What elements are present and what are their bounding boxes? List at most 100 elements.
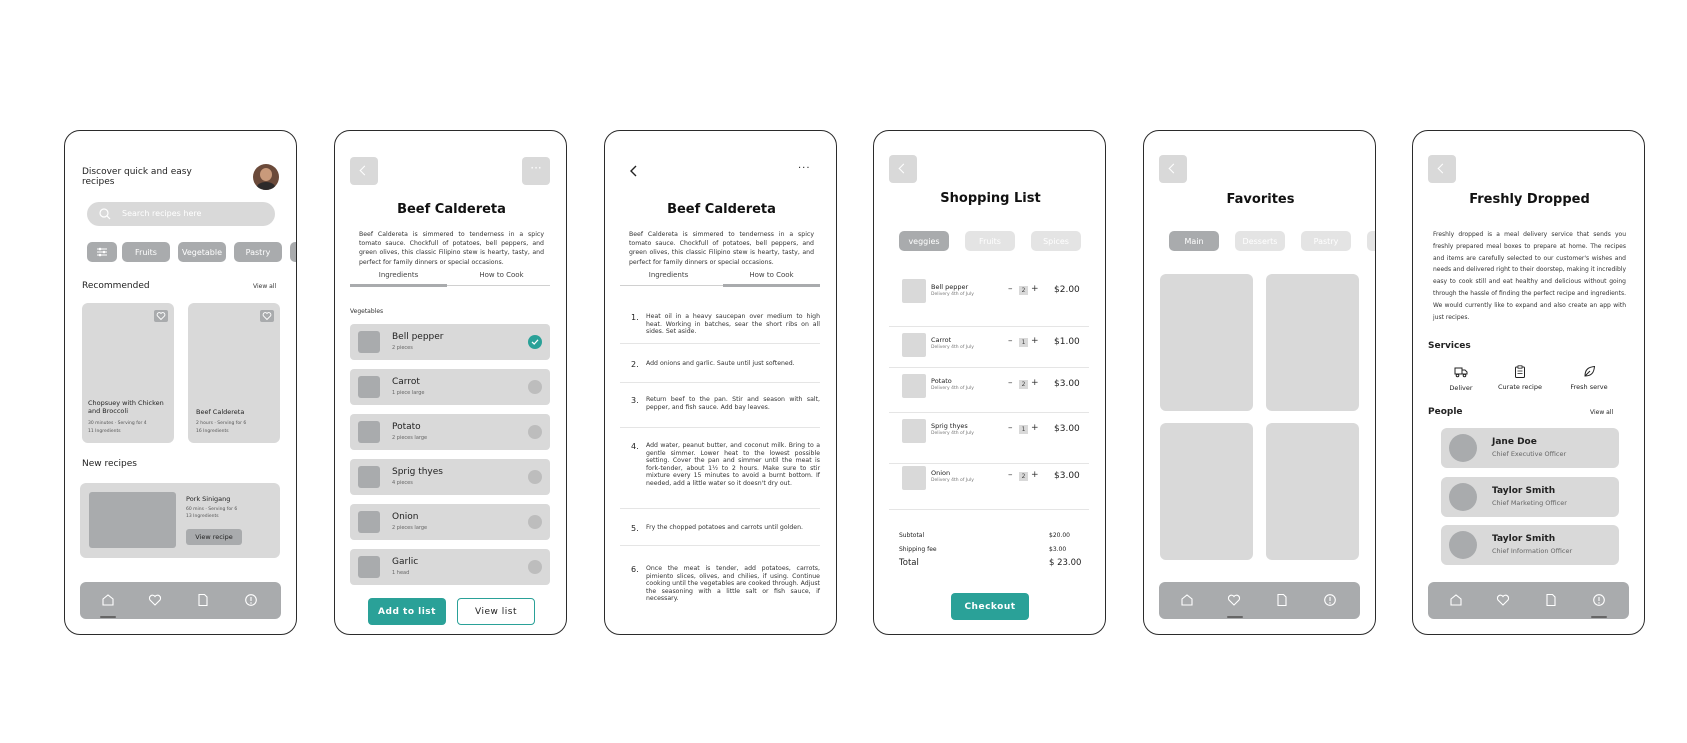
tab-how-to-cook[interactable]: How to Cook (453, 271, 550, 279)
ingredient-qty: 4 pieces (392, 480, 413, 486)
increment-button[interactable]: + (1031, 378, 1039, 388)
new-recipe-meta: 60 mins · Serving for 6 (186, 507, 238, 512)
favorite-button[interactable] (154, 310, 168, 322)
new-recipe-title: Pork Sinigang (186, 495, 231, 503)
ingredient-row[interactable]: Carrot 1 piece large (350, 369, 550, 405)
quantity-stepper[interactable]: 2 (1019, 472, 1028, 481)
tab-how-to-cook[interactable]: How to Cook (723, 271, 820, 279)
increment-button[interactable]: + (1031, 336, 1039, 346)
decrement-button[interactable]: – (1008, 336, 1013, 346)
document-icon[interactable] (1275, 593, 1289, 607)
shopping-row[interactable]: Carrot Delivery 4th of July – 1 + $1.00 (874, 326, 1105, 357)
chip-main[interactable]: Main (1169, 231, 1219, 251)
person-card[interactable]: Jane Doe Chief Executive Officer (1441, 428, 1619, 468)
recipe-card[interactable]: Beef Caldereta 2 hours · Serving for 6 1… (188, 303, 280, 443)
chip-pastry[interactable]: Pastry (1301, 231, 1351, 251)
service-deliver[interactable]: Deliver (1447, 363, 1475, 392)
chip-vegetable[interactable]: Vegetable (178, 242, 226, 262)
tab-ingredients[interactable]: Ingredients (350, 271, 447, 279)
favorite-card[interactable] (1160, 274, 1253, 411)
quantity-stepper[interactable]: 2 (1019, 380, 1028, 389)
document-icon[interactable] (196, 593, 210, 607)
chip-veggies[interactable]: veggies (899, 231, 949, 251)
tab-ingredients[interactable]: Ingredients (620, 271, 717, 279)
chip-more[interactable] (1367, 231, 1375, 251)
back-button[interactable] (1159, 155, 1187, 183)
ingredient-row[interactable]: Onion 2 pieces large (350, 504, 550, 540)
heart-icon[interactable] (148, 593, 162, 607)
ingredient-row[interactable]: Bell pepper 2 pieces (350, 324, 550, 360)
chip-spices[interactable]: Spices (1031, 231, 1081, 251)
person-card[interactable]: Taylor Smith Chief Information Officer (1441, 525, 1619, 565)
home-icon[interactable] (101, 593, 115, 607)
radio-button[interactable] (528, 380, 542, 394)
back-button[interactable] (1428, 155, 1456, 183)
chip-pastry[interactable]: Pastry (234, 242, 282, 262)
ingredient-image (358, 331, 380, 353)
about-description: Freshly dropped is a meal delivery servi… (1433, 231, 1626, 321)
service-fresh-serve[interactable]: Fresh serve (1567, 363, 1611, 391)
tab-indicator (723, 284, 820, 287)
quantity-stepper[interactable]: 2 (1019, 286, 1028, 295)
item-image (902, 374, 926, 398)
increment-button[interactable]: + (1031, 423, 1039, 433)
radio-button[interactable] (528, 470, 542, 484)
favorite-card[interactable] (1266, 274, 1359, 411)
decrement-button[interactable]: – (1008, 284, 1013, 294)
chip-desserts[interactable]: Desserts (1235, 231, 1285, 251)
check-icon[interactable] (528, 335, 542, 349)
view-all-link[interactable]: View all (253, 283, 276, 290)
radio-button[interactable] (528, 560, 542, 574)
recipe-card[interactable]: Chopsuey with Chicken and Broccoli 30 mi… (82, 303, 174, 443)
ingredient-row[interactable]: Sprig thyes 4 pieces (350, 459, 550, 495)
radio-button[interactable] (528, 425, 542, 439)
heart-icon[interactable] (1496, 593, 1510, 607)
shopping-row[interactable]: Onion Delivery 4th of July – 2 + $3.00 (874, 463, 1105, 493)
chip-fruits[interactable]: Fruits (965, 231, 1015, 251)
view-recipe-button[interactable]: View recipe (186, 529, 242, 545)
back-button[interactable] (889, 155, 917, 183)
chip-fruits[interactable]: Fruits (122, 242, 170, 262)
shopping-row[interactable]: Bell pepper Delivery 4th of July – 2 + $… (874, 276, 1105, 306)
avatar[interactable] (253, 164, 279, 190)
service-curate-recipe[interactable]: Curate recipe (1495, 363, 1545, 391)
info-icon[interactable] (1592, 593, 1606, 607)
document-icon[interactable] (1544, 593, 1558, 607)
shopping-row[interactable]: Sprig thyes Delivery 4th of July – 1 + $… (874, 416, 1105, 446)
ingredient-row[interactable]: Potato 2 pieces large (350, 414, 550, 450)
increment-button[interactable]: + (1031, 470, 1039, 480)
decrement-button[interactable]: – (1008, 423, 1013, 433)
quantity-stepper[interactable]: 1 (1019, 338, 1028, 347)
shopping-row[interactable]: Potato Delivery 4th of July – 2 + $3.00 (874, 371, 1105, 401)
favorite-card[interactable] (1266, 423, 1359, 560)
new-recipes-heading: New recipes (82, 459, 137, 469)
increment-button[interactable]: + (1031, 284, 1039, 294)
quantity-stepper[interactable]: 1 (1019, 425, 1028, 434)
view-list-button[interactable]: View list (457, 598, 535, 625)
shipping-label: Shipping fee (899, 546, 937, 553)
more-button[interactable]: ··· (522, 157, 550, 185)
decrement-button[interactable]: – (1008, 470, 1013, 480)
ingredient-row[interactable]: Garlic 1 head (350, 549, 550, 585)
back-button[interactable] (350, 157, 378, 185)
home-icon[interactable] (1449, 593, 1463, 607)
person-card[interactable]: Taylor Smith Chief Marketing Officer (1441, 477, 1619, 517)
info-icon[interactable] (1323, 593, 1337, 607)
new-recipe-card[interactable]: Pork Sinigang 60 mins · Serving for 6 13… (80, 483, 280, 558)
search-input[interactable]: Search recipes here (87, 202, 275, 226)
heart-icon[interactable] (1227, 593, 1241, 607)
home-icon[interactable] (1180, 593, 1194, 607)
info-icon[interactable] (244, 593, 258, 607)
checkout-button[interactable]: Checkout (951, 593, 1029, 620)
chevron-left-icon[interactable] (629, 164, 639, 178)
add-to-list-button[interactable]: Add to list (368, 598, 446, 625)
radio-button[interactable] (528, 515, 542, 529)
more-icon[interactable]: ··· (798, 163, 811, 174)
view-all-link[interactable]: View all (1590, 409, 1613, 416)
search-icon (99, 208, 111, 220)
chip-more[interactable] (290, 242, 296, 262)
decrement-button[interactable]: – (1008, 378, 1013, 388)
favorite-button[interactable] (260, 310, 274, 322)
filter-button[interactable] (87, 242, 117, 262)
favorite-card[interactable] (1160, 423, 1253, 560)
